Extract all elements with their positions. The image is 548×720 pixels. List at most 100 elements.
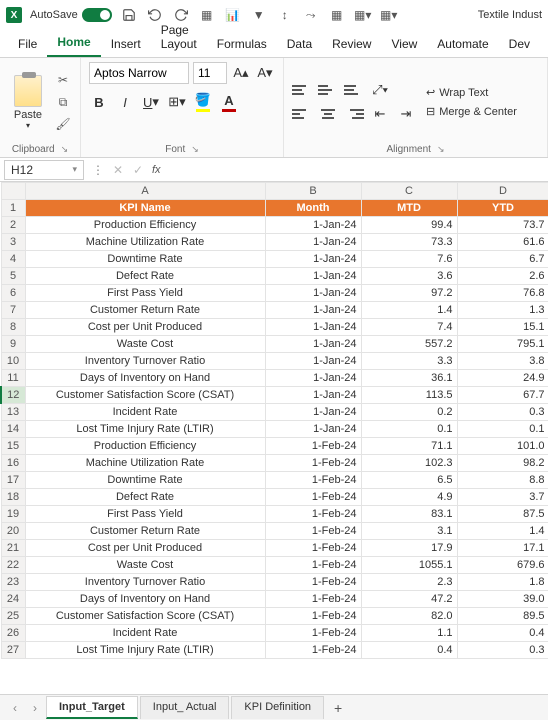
cell[interactable]: 0.4 [457, 625, 548, 642]
cell[interactable]: Customer Return Rate [25, 523, 265, 540]
cell[interactable]: 0.1 [457, 421, 548, 438]
row-header-3[interactable]: 3 [1, 234, 25, 251]
column-header-D[interactable]: D [457, 183, 548, 200]
cell[interactable]: 1-Jan-24 [265, 404, 361, 421]
cell[interactable]: 0.3 [457, 404, 548, 421]
cell[interactable]: Defect Rate [25, 268, 265, 285]
cell[interactable]: 83.1 [361, 506, 457, 523]
sheet-tab-input-target[interactable]: Input_Target [46, 696, 138, 719]
cell[interactable]: 24.9 [457, 370, 548, 387]
cell[interactable]: 113.5 [361, 387, 457, 404]
row-header-2[interactable]: 2 [1, 217, 25, 234]
wrap-text-button[interactable]: ↩ Wrap Text [426, 86, 517, 99]
dependents-icon[interactable]: ⤳ [302, 6, 320, 24]
cell[interactable]: 1055.1 [361, 557, 457, 574]
select-all-cell[interactable] [1, 183, 25, 200]
alignment-launcher-icon[interactable]: ↘ [437, 144, 445, 155]
cell[interactable]: 3.3 [361, 353, 457, 370]
cell[interactable]: 1-Feb-24 [265, 523, 361, 540]
align-top-icon[interactable] [292, 81, 312, 99]
copy-icon[interactable]: ⧉ [54, 93, 72, 111]
increase-font-icon[interactable]: A▴ [231, 63, 251, 83]
cell[interactable]: 17.9 [361, 540, 457, 557]
row-header-11[interactable]: 11 [1, 370, 25, 387]
cell[interactable]: 4.9 [361, 489, 457, 506]
clipboard-launcher-icon[interactable]: ↘ [61, 144, 69, 155]
cell[interactable]: 2.6 [457, 268, 548, 285]
cell[interactable]: 0.4 [361, 642, 457, 659]
column-header-B[interactable]: B [265, 183, 361, 200]
increase-indent-icon[interactable]: ⇥ [396, 104, 416, 124]
align-center-icon[interactable] [318, 105, 338, 123]
paste-button[interactable]: Paste ▾ [8, 75, 48, 130]
table-header-cell[interactable]: MTD [361, 200, 457, 217]
sheet-nav-next-icon[interactable]: › [26, 701, 44, 715]
row-header-19[interactable]: 19 [1, 506, 25, 523]
cell[interactable]: 1-Jan-24 [265, 251, 361, 268]
cell[interactable]: Production Efficiency [25, 217, 265, 234]
merge-center-button[interactable]: ⊟ Merge & Center [426, 105, 517, 118]
cell[interactable]: Downtime Rate [25, 472, 265, 489]
cell[interactable]: Cost per Unit Produced [25, 319, 265, 336]
cell[interactable]: 3.8 [457, 353, 548, 370]
autosave-switch-on[interactable] [82, 8, 112, 22]
tab-insert[interactable]: Insert [101, 31, 151, 57]
align-right-icon[interactable] [344, 105, 364, 123]
row-header-13[interactable]: 13 [1, 404, 25, 421]
cell[interactable]: First Pass Yield [25, 285, 265, 302]
row-header-27[interactable]: 27 [1, 642, 25, 659]
cell[interactable]: 1-Jan-24 [265, 234, 361, 251]
font-size-select[interactable] [193, 62, 227, 84]
orientation-icon[interactable]: ⤢▾ [370, 80, 390, 100]
save-icon[interactable] [120, 6, 138, 24]
tab-page-layout[interactable]: Page Layout [151, 17, 207, 57]
cell[interactable]: 3.7 [457, 489, 548, 506]
row-header-14[interactable]: 14 [1, 421, 25, 438]
name-box[interactable]: H12 ▾ [4, 160, 84, 180]
tab-data[interactable]: Data [277, 31, 322, 57]
worksheet-grid[interactable]: ABCD1KPI NameMonthMTDYTD2Production Effi… [0, 182, 548, 659]
cell[interactable]: 2.3 [361, 574, 457, 591]
sheet-tab-input-actual[interactable]: Input_ Actual [140, 696, 230, 719]
cell[interactable]: Defect Rate [25, 489, 265, 506]
calc2-icon[interactable]: ▦▾ [380, 6, 398, 24]
cell[interactable]: 39.0 [457, 591, 548, 608]
cell[interactable]: Inventory Turnover Ratio [25, 574, 265, 591]
cell[interactable]: 1-Feb-24 [265, 506, 361, 523]
cell[interactable]: 89.5 [457, 608, 548, 625]
cell[interactable]: 1.8 [457, 574, 548, 591]
cell[interactable]: 6.7 [457, 251, 548, 268]
cell[interactable]: 1-Jan-24 [265, 217, 361, 234]
cell[interactable]: 6.5 [361, 472, 457, 489]
cell[interactable]: Customer Satisfaction Score (CSAT) [25, 387, 265, 404]
cell[interactable]: 1-Feb-24 [265, 472, 361, 489]
tab-view[interactable]: View [381, 31, 427, 57]
sheet-tab-kpi-definition[interactable]: KPI Definition [231, 696, 324, 719]
row-header-7[interactable]: 7 [1, 302, 25, 319]
row-header-15[interactable]: 15 [1, 438, 25, 455]
cell[interactable]: Production Efficiency [25, 438, 265, 455]
row-header-4[interactable]: 4 [1, 251, 25, 268]
column-header-A[interactable]: A [25, 183, 265, 200]
row-header-9[interactable]: 9 [1, 336, 25, 353]
cell[interactable]: 1-Jan-24 [265, 268, 361, 285]
cell[interactable]: 1-Jan-24 [265, 387, 361, 404]
cell[interactable]: 1-Feb-24 [265, 489, 361, 506]
cell[interactable]: 1-Feb-24 [265, 608, 361, 625]
cell[interactable]: 1-Jan-24 [265, 302, 361, 319]
cell[interactable]: Waste Cost [25, 336, 265, 353]
cell[interactable]: 1-Feb-24 [265, 591, 361, 608]
cell[interactable]: 1-Feb-24 [265, 540, 361, 557]
row-header-16[interactable]: 16 [1, 455, 25, 472]
accept-formula-icon[interactable]: ✓ [128, 163, 148, 177]
cell[interactable]: Machine Utilization Rate [25, 234, 265, 251]
row-header-21[interactable]: 21 [1, 540, 25, 557]
cell[interactable]: Cost per Unit Produced [25, 540, 265, 557]
cell[interactable]: 1-Jan-24 [265, 319, 361, 336]
cell[interactable]: Days of Inventory on Hand [25, 370, 265, 387]
cell[interactable]: 17.1 [457, 540, 548, 557]
cell[interactable]: Downtime Rate [25, 251, 265, 268]
add-sheet-button[interactable]: + [326, 700, 350, 716]
cell[interactable]: 7.4 [361, 319, 457, 336]
cell[interactable]: 1-Feb-24 [265, 625, 361, 642]
